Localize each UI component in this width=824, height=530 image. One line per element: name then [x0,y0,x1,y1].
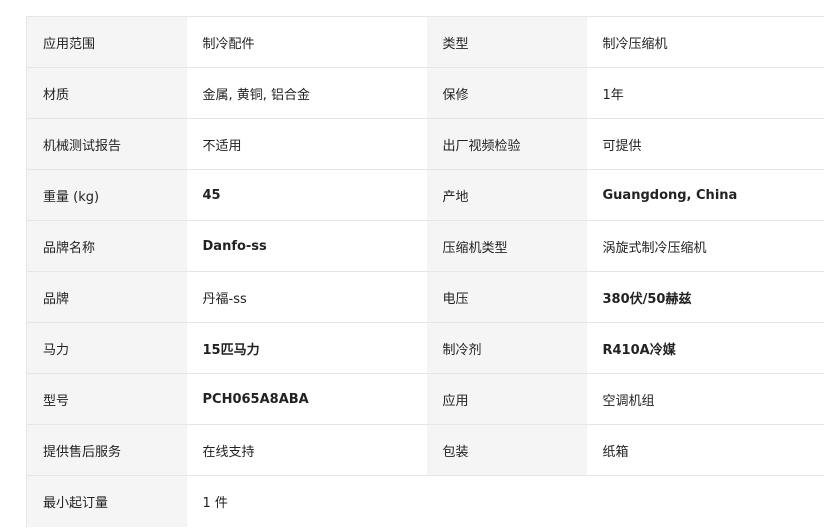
spec-row-application-scope: 应用范围 制冷配件 类型 制冷压缩机 [26,16,824,68]
spec-label: 应用范围 [26,16,187,68]
spec-label: 制冷剂 [426,322,587,374]
empty-cell [586,475,824,527]
product-spec-table: 应用范围 制冷配件 类型 制冷压缩机 材质 金属, 黄铜, 铝合金 保修 1年 … [26,16,824,527]
spec-row-moq: 最小起订量 1 件 [26,475,824,527]
spec-label: 材质 [26,67,187,119]
spec-value: Danfo-ss [186,220,427,272]
spec-value: 纸箱 [586,424,824,476]
spec-label: 提供售后服务 [26,424,187,476]
spec-label: 电压 [426,271,587,323]
spec-value: 在线支持 [186,424,427,476]
spec-row-test-report: 机械测试报告 不适用 出厂视频检验 可提供 [26,118,824,170]
spec-label: 机械测试报告 [26,118,187,170]
spec-value: 制冷压缩机 [586,16,824,68]
spec-label: 包装 [426,424,587,476]
empty-cell [426,475,587,527]
spec-label: 型号 [26,373,187,425]
spec-label: 类型 [426,16,587,68]
spec-label: 品牌 [26,271,187,323]
spec-label: 马力 [26,322,187,374]
spec-value: 丹福-ss [186,271,427,323]
spec-value: 45 [186,169,427,221]
spec-value: 15匹马力 [186,322,427,374]
spec-value: 可提供 [586,118,824,170]
spec-value: 380伏/50赫兹 [586,271,824,323]
spec-row-weight: 重量 (kg) 45 产地 Guangdong, China [26,169,824,221]
spec-value: 金属, 黄铜, 铝合金 [186,67,427,119]
spec-value: 涡旋式制冷压缩机 [586,220,824,272]
spec-value: 1 件 [186,475,427,527]
spec-label: 产地 [426,169,587,221]
spec-row-material: 材质 金属, 黄铜, 铝合金 保修 1年 [26,67,824,119]
spec-value: PCH065A8ABA [186,373,427,425]
spec-row-model: 型号 PCH065A8ABA 应用 空调机组 [26,373,824,425]
spec-value: R410A冷媒 [586,322,824,374]
spec-row-horsepower: 马力 15匹马力 制冷剂 R410A冷媒 [26,322,824,374]
spec-value: 制冷配件 [186,16,427,68]
spec-row-brand-name: 品牌名称 Danfo-ss 压缩机类型 涡旋式制冷压缩机 [26,220,824,272]
spec-label: 品牌名称 [26,220,187,272]
spec-value: 空调机组 [586,373,824,425]
spec-label: 最小起订量 [26,475,187,527]
spec-label: 出厂视频检验 [426,118,587,170]
spec-value: 不适用 [186,118,427,170]
spec-value: 1年 [586,67,824,119]
spec-label: 重量 (kg) [26,169,187,221]
spec-value: Guangdong, China [586,169,824,221]
spec-row-after-sales: 提供售后服务 在线支持 包装 纸箱 [26,424,824,476]
spec-row-brand: 品牌 丹福-ss 电压 380伏/50赫兹 [26,271,824,323]
spec-label: 保修 [426,67,587,119]
spec-label: 应用 [426,373,587,425]
spec-label: 压缩机类型 [426,220,587,272]
